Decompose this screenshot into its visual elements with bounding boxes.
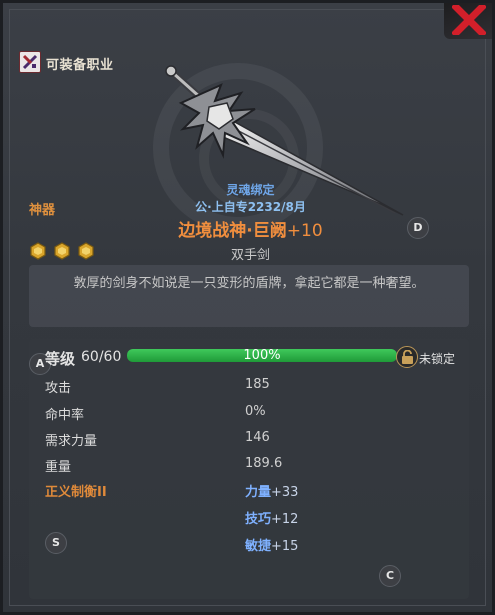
bonus-dexterity: 技巧+12 — [245, 508, 298, 527]
bonus-strength-value: +33 — [271, 485, 299, 500]
item-description: 敦厚的剑身不如说是一只变形的盾牌，拿起它都是一种奢望。 — [29, 265, 469, 327]
stat-label-weight: 重量 — [45, 460, 72, 475]
stat-value-hit-rate: 0% — [245, 404, 266, 419]
item-tooltip-panel: 可装备职业 神器 灵魂绑定 公·上自专2232/8月 边境战神·巨阙+10 双手… — [0, 0, 495, 615]
close-button[interactable] — [444, 3, 492, 39]
close-x-icon — [452, 5, 486, 35]
item-name-text: 边境战神·巨阙 — [178, 221, 287, 241]
stat-value-attack: 185 — [245, 377, 270, 392]
stat-label-required-strength: 需求力量 — [45, 434, 98, 449]
bonus-dexterity-value: +12 — [271, 512, 299, 527]
durability-percent: 100% — [243, 348, 281, 363]
marker-c: C — [379, 565, 401, 587]
stat-value-weight: 189.6 — [245, 456, 283, 471]
lock-status: 未锁定 — [419, 352, 456, 366]
bonus-agility-value: +15 — [271, 539, 299, 554]
bonus-agility: 敏捷+15 — [245, 535, 298, 554]
level-label: 等级 — [45, 350, 76, 368]
gold-socket-icon — [54, 242, 70, 260]
lock-icon[interactable] — [396, 346, 418, 368]
level-value: 60/60 — [81, 349, 122, 365]
equippable-class-label: 可装备职业 — [46, 58, 114, 73]
gold-socket-icon — [30, 242, 46, 260]
stat-value-required-strength: 146 — [245, 430, 270, 445]
stat-label-attack: 攻击 — [45, 381, 72, 396]
bonus-strength: 力量+33 — [245, 481, 298, 500]
bonus-agility-name: 敏捷 — [245, 539, 272, 554]
marker-d: D — [407, 217, 429, 239]
stat-label-hit-rate: 命中率 — [45, 408, 85, 423]
marker-s: S — [45, 532, 67, 554]
customization-text: 公·上自专2232/8月 — [195, 200, 306, 214]
bonus-dexterity-name: 技巧 — [245, 512, 272, 527]
gold-socket-icon — [78, 242, 94, 260]
equippable-class-icon — [19, 51, 41, 73]
bonus-strength-name: 力量 — [245, 485, 272, 500]
bind-status: 灵魂绑定 — [226, 183, 275, 197]
enhance-level: +10 — [286, 221, 323, 241]
set-bonus-label: 正义制衡II — [45, 485, 107, 500]
